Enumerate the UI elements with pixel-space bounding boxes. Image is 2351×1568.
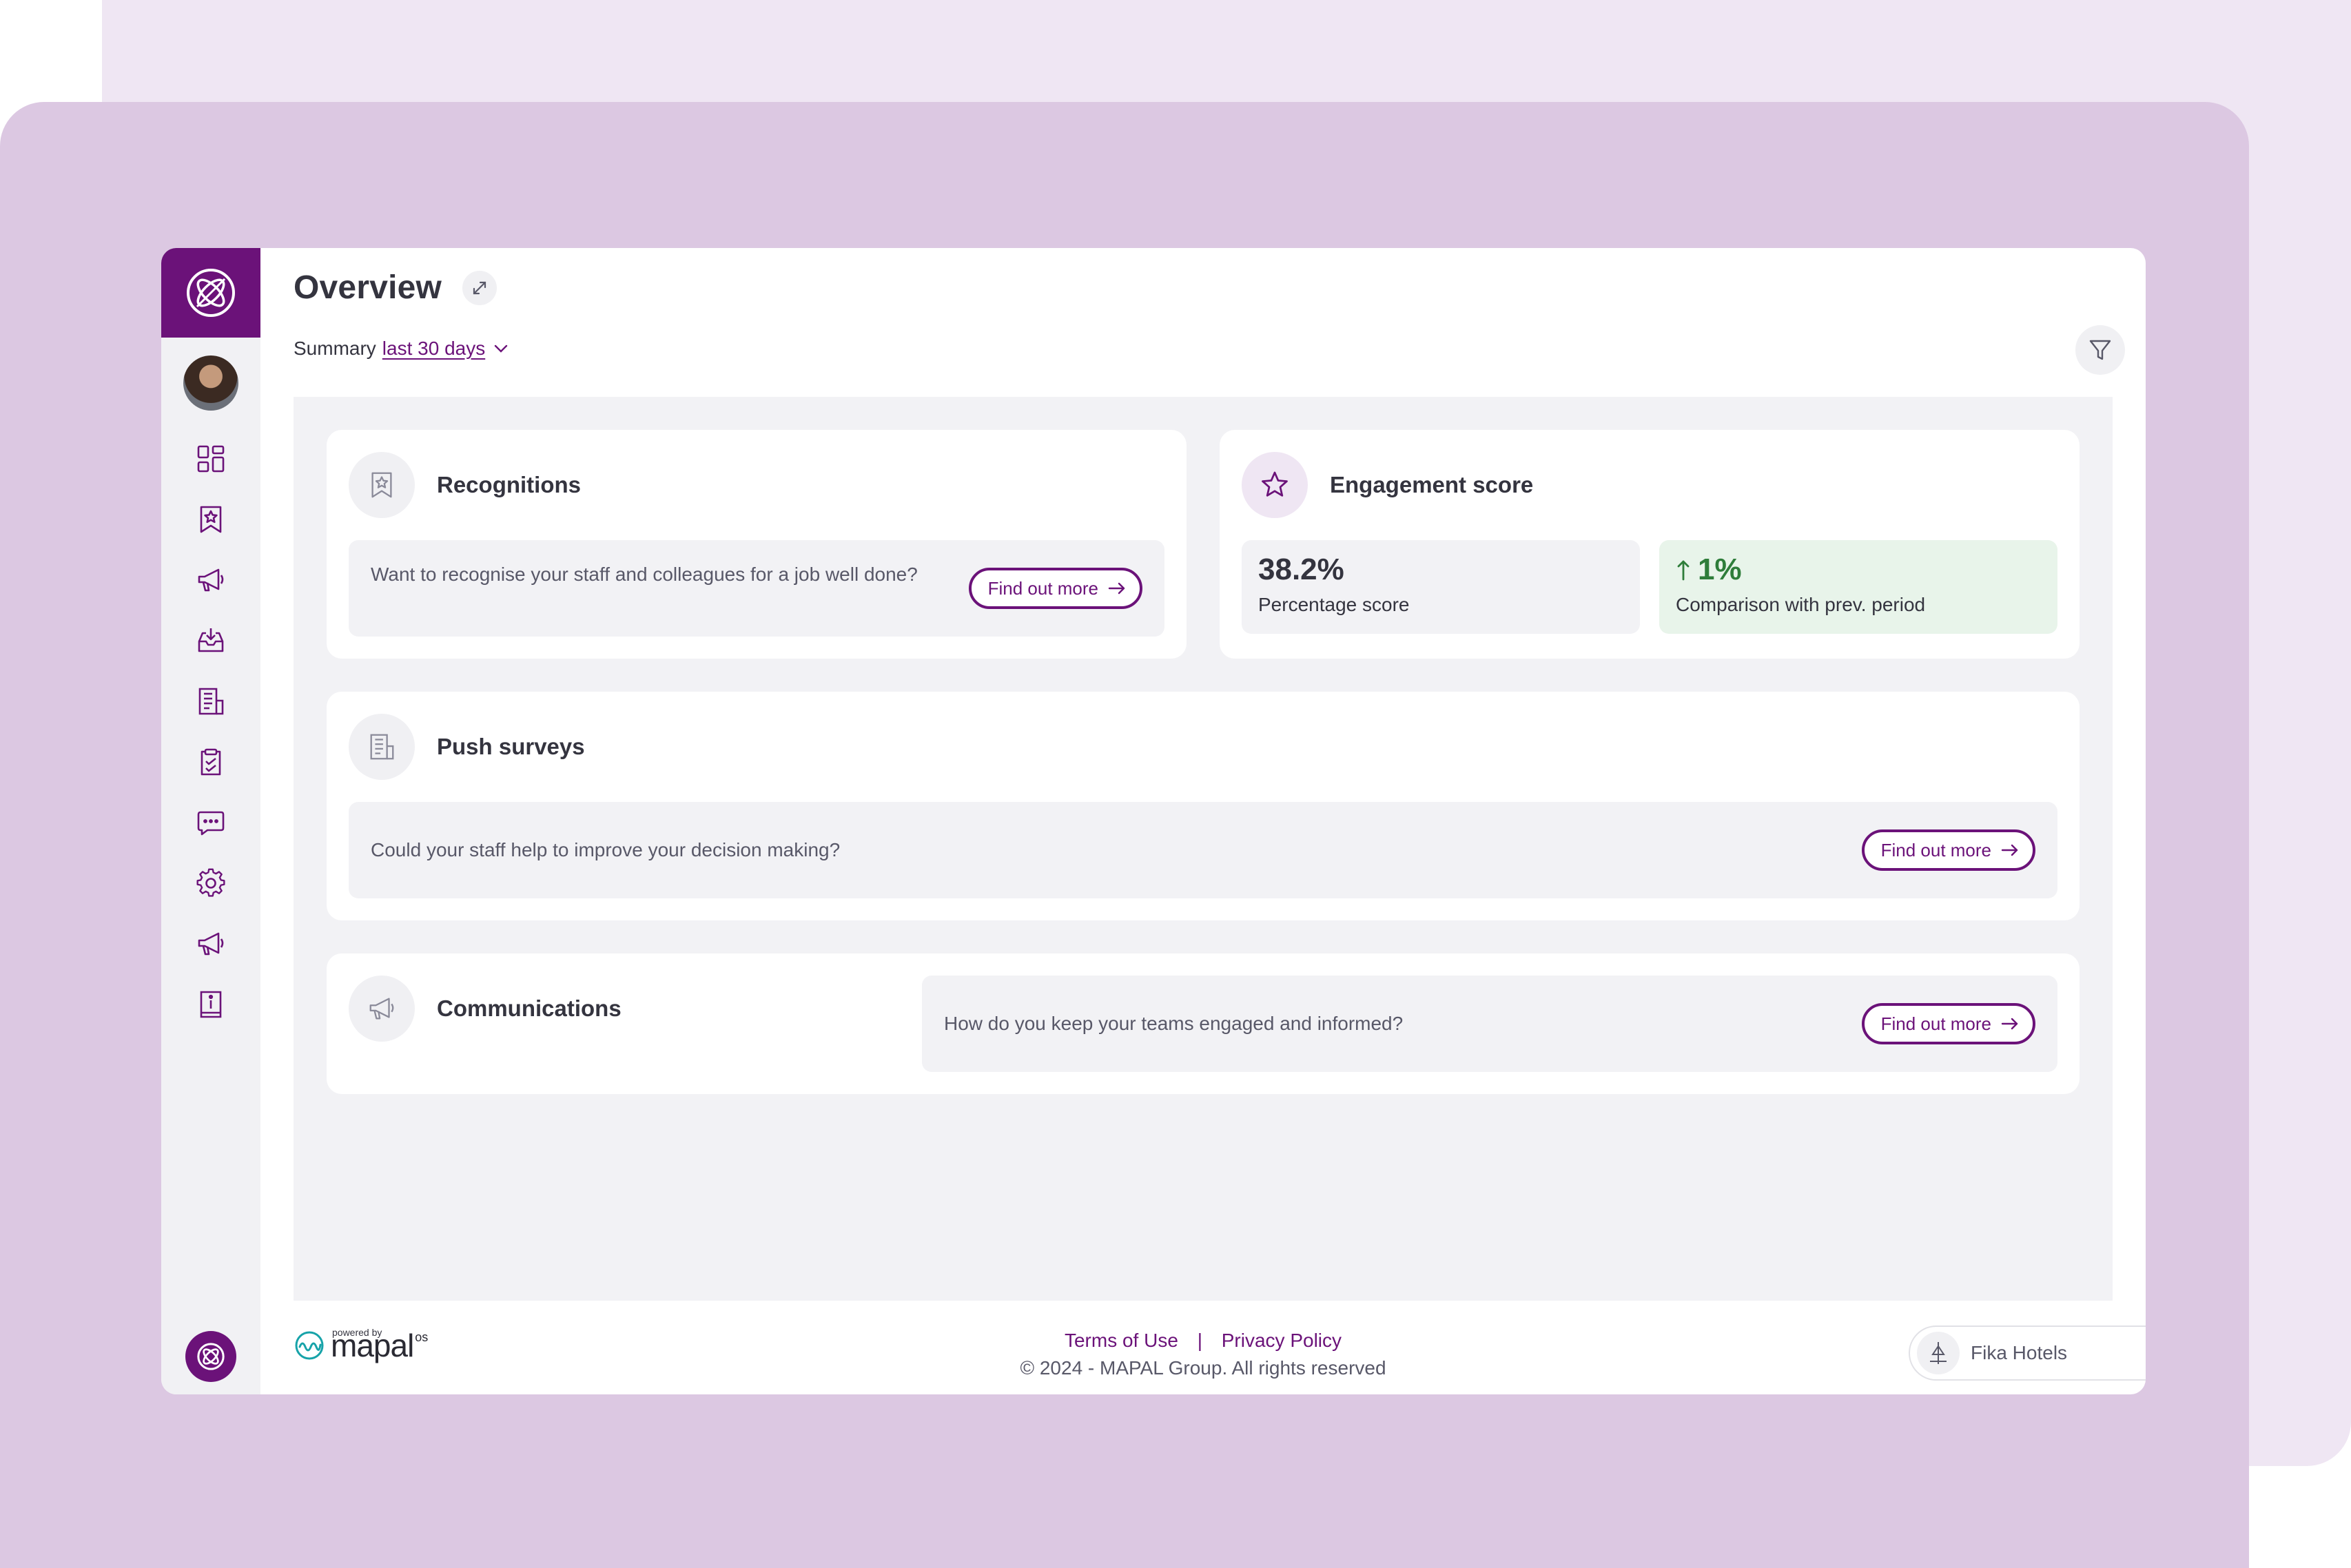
arrow-right-icon [1108, 582, 1125, 595]
footer-links: Terms of Use | Privacy Policy [260, 1330, 2146, 1352]
organization-selector[interactable]: Fika Hotels [1909, 1325, 2146, 1381]
recognitions-icon-wrap [349, 452, 415, 518]
organization-logo [1917, 1332, 1960, 1374]
sidebar-item-info[interactable] [161, 974, 260, 1035]
star-icon [1262, 471, 1288, 497]
app-window: Overview Summary last 30 days Recognitio… [161, 248, 2146, 1394]
filter-button[interactable] [2075, 325, 2125, 375]
comparison-box: 1% Comparison with prev. period [1659, 540, 2057, 634]
engagement-score-card: Engagement score 38.2% Percentage score … [1220, 430, 2080, 659]
megaphone-icon [369, 998, 394, 1020]
percentage-score-label: Percentage score [1258, 594, 1410, 615]
percentage-score-value: 38.2% [1258, 553, 1344, 586]
footer-separator: | [1197, 1330, 1202, 1351]
page-title: Overview [294, 269, 442, 306]
communications-text: How do you keep your teams engaged and i… [944, 1013, 1404, 1034]
engagement-title: Engagement score [1330, 472, 1534, 497]
bookmark-star-icon [371, 472, 392, 498]
dashboard-icon [197, 445, 225, 473]
communications-header: Communications [349, 976, 622, 1042]
organization-name: Fika Hotels [1971, 1342, 2068, 1363]
push-surveys-text: Could your staff help to improve your de… [371, 839, 841, 860]
sidebar-item-surveys[interactable] [161, 671, 260, 732]
push-surveys-find-out-more-button[interactable]: Find out more [1861, 829, 2035, 871]
copyright-text: © 2024 - MAPAL Group. All rights reserve… [1020, 1357, 1386, 1379]
communications-icon-wrap [349, 976, 415, 1042]
sidebar-item-checklists[interactable] [161, 732, 260, 792]
push-surveys-header: Push surveys [349, 714, 585, 780]
filter-icon [2089, 340, 2111, 360]
button-label: Find out more [1880, 839, 1991, 860]
sidebar-item-dashboard[interactable] [161, 429, 260, 489]
sidebar-item-settings[interactable] [161, 853, 260, 914]
comparison-label: Comparison with prev. period [1676, 594, 1926, 615]
sidebar-item-communications[interactable] [161, 550, 260, 610]
megaphone-icon [198, 932, 224, 956]
mapal-os-icon [197, 1343, 225, 1370]
survey-form-icon [370, 734, 394, 760]
recognitions-prompt: Want to recognise your staff and colleag… [349, 540, 1164, 637]
info-book-icon [200, 991, 222, 1018]
sidebar-item-chat[interactable] [161, 792, 260, 853]
arrow-up-icon [1677, 560, 1690, 581]
app-logo[interactable] [161, 248, 260, 338]
communications-find-out-more-button[interactable]: Find out more [1861, 1003, 2035, 1044]
chat-bubble-icon [197, 811, 225, 836]
recognitions-card: Recognitions Want to recognise your staf… [327, 430, 1187, 659]
footer: powered by mapal os Terms of Use | Priva… [260, 1301, 2146, 1394]
terms-of-use-link[interactable]: Terms of Use [1065, 1330, 1178, 1351]
mapal-os-button[interactable] [185, 1331, 236, 1382]
gear-icon [196, 868, 225, 897]
page-header: Overview [294, 269, 497, 307]
dashboard-panel: Recognitions Want to recognise your staf… [294, 397, 2113, 1301]
period-value: last 30 days [382, 338, 486, 359]
bookmark-star-icon [200, 506, 222, 533]
push-surveys-card: Push surveys Could your staff help to im… [327, 692, 2080, 920]
period-dropdown[interactable]: last 30 days [382, 338, 509, 360]
organization-logo-icon [1930, 1342, 1947, 1364]
megaphone-icon [198, 568, 224, 592]
recognitions-text: Want to recognise your staff and colleag… [371, 564, 918, 585]
inbox-download-icon [198, 628, 224, 652]
user-avatar[interactable] [183, 355, 238, 411]
comparison-value: 1% [1698, 553, 1742, 586]
summary-label: Summary [294, 338, 376, 359]
app-logo-icon [187, 269, 235, 317]
summary-row: Summary last 30 days [294, 338, 509, 360]
push-surveys-icon-wrap [349, 714, 415, 780]
arrow-right-icon [2001, 844, 2018, 856]
recognitions-header: Recognitions [349, 452, 581, 518]
percentage-score-box: 38.2% Percentage score [1242, 540, 1640, 634]
sidebar [161, 248, 260, 1394]
button-label: Find out more [1880, 1013, 1991, 1034]
sidebar-nav [161, 429, 260, 1035]
sidebar-item-recognitions[interactable] [161, 489, 260, 550]
communications-title: Communications [437, 996, 622, 1021]
button-label: Find out more [987, 577, 1098, 599]
push-surveys-title: Push surveys [437, 734, 585, 759]
survey-form-icon [198, 688, 224, 715]
privacy-policy-link[interactable]: Privacy Policy [1222, 1330, 1342, 1351]
communications-card: Communications How do you keep your team… [327, 953, 2080, 1094]
main-content: Overview Summary last 30 days Recognitio… [260, 248, 2146, 1394]
push-surveys-prompt: Could your staff help to improve your de… [349, 802, 2057, 898]
expand-arrows-icon [473, 281, 486, 294]
engagement-header: Engagement score [1242, 452, 1533, 518]
arrow-right-icon [2001, 1018, 2018, 1030]
chevron-down-icon [495, 344, 508, 353]
engagement-icon-wrap [1242, 452, 1308, 518]
expand-button[interactable] [462, 270, 497, 305]
recognitions-title: Recognitions [437, 472, 582, 497]
clipboard-check-icon [201, 748, 221, 776]
recognitions-find-out-more-button[interactable]: Find out more [968, 568, 1142, 609]
sidebar-item-announcements[interactable] [161, 914, 260, 974]
communications-prompt: How do you keep your teams engaged and i… [922, 976, 2057, 1072]
comparison-value-row: 1% [1676, 553, 1742, 587]
sidebar-item-inbox[interactable] [161, 610, 260, 671]
